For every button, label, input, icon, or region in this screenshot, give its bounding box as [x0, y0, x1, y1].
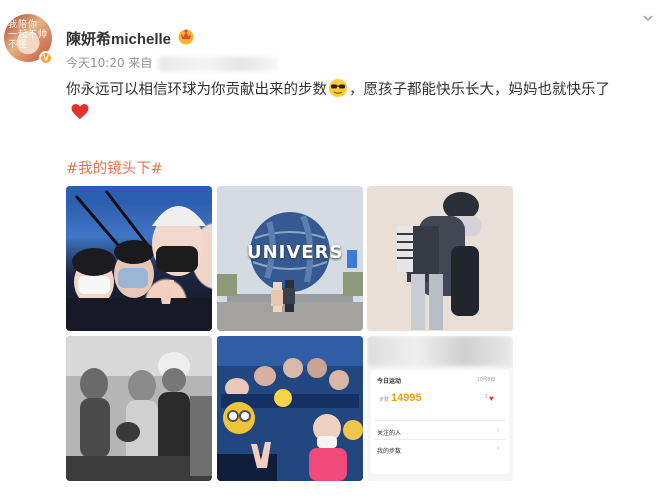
avatar-text: 我陪你 一起不帅 不怪 [8, 20, 49, 50]
post-meta: 今天10:20 来自 [66, 54, 279, 71]
sunglasses-icon [329, 79, 347, 97]
steps-label: 步数 [379, 397, 390, 403]
steps-count: 14995 [391, 392, 422, 404]
like-heart-icon: ♥ [489, 394, 494, 403]
step-row-following: 关注的人 [377, 431, 402, 437]
post-text-part2: ，愿孩子都能快乐长大，妈妈也就快乐了 [349, 82, 610, 98]
photo-universal-globe[interactable]: UNIVERS [217, 186, 363, 331]
photo-step-count-screenshot[interactable]: 今日运动 10月8日 步数 14995 2 ♥ 关注的人 › 我的步数 › [367, 336, 513, 481]
verified-badge-icon: V [39, 51, 53, 65]
heart-icon [71, 104, 89, 119]
divider [375, 439, 505, 440]
crown-badge-icon[interactable] [177, 27, 195, 45]
chevron-right-icon: › [497, 445, 500, 452]
photo-carrying-child[interactable] [367, 186, 513, 331]
post-text: 你永远可以相信环球为你贡献出来的步数 ，愿孩子都能快乐长大，妈妈也就快乐了 [66, 78, 656, 102]
carry-scene [367, 186, 513, 331]
step-card-title: 今日运动 [377, 379, 402, 385]
photo-crowd-bw[interactable] [66, 336, 212, 481]
ride-scene [217, 336, 363, 481]
post-time[interactable]: 今天10:20 [66, 56, 125, 70]
weibo-post: 我陪你 一起不帅 不怪 V 陳妍希michelle 今天10:20 来自 你永远… [0, 0, 664, 502]
divider [375, 420, 505, 421]
source-blurred [158, 56, 279, 71]
photo-selfie-family[interactable] [66, 186, 212, 331]
username[interactable]: 陳妍希michelle [66, 28, 171, 49]
hashtag-link[interactable]: #我的镜头下# [66, 157, 163, 178]
step-card-date: 10月8日 [477, 377, 496, 383]
steps-rank: 2 [485, 394, 488, 400]
chevron-down-icon[interactable] [642, 12, 654, 24]
step-row-mine: 我的步数 [377, 449, 402, 455]
universal-sign-text: UNIVERS [247, 242, 344, 263]
source-label: 来自 [128, 56, 153, 70]
post-text-part1: 你永远可以相信环球为你贡献出来的步数 [66, 82, 327, 98]
chevron-right-icon: › [497, 427, 500, 434]
selfie-scene [66, 186, 212, 331]
blurred-header [367, 336, 513, 366]
photo-ride-group[interactable] [217, 336, 363, 481]
crowd-scene [66, 336, 212, 481]
step-card [371, 370, 509, 474]
